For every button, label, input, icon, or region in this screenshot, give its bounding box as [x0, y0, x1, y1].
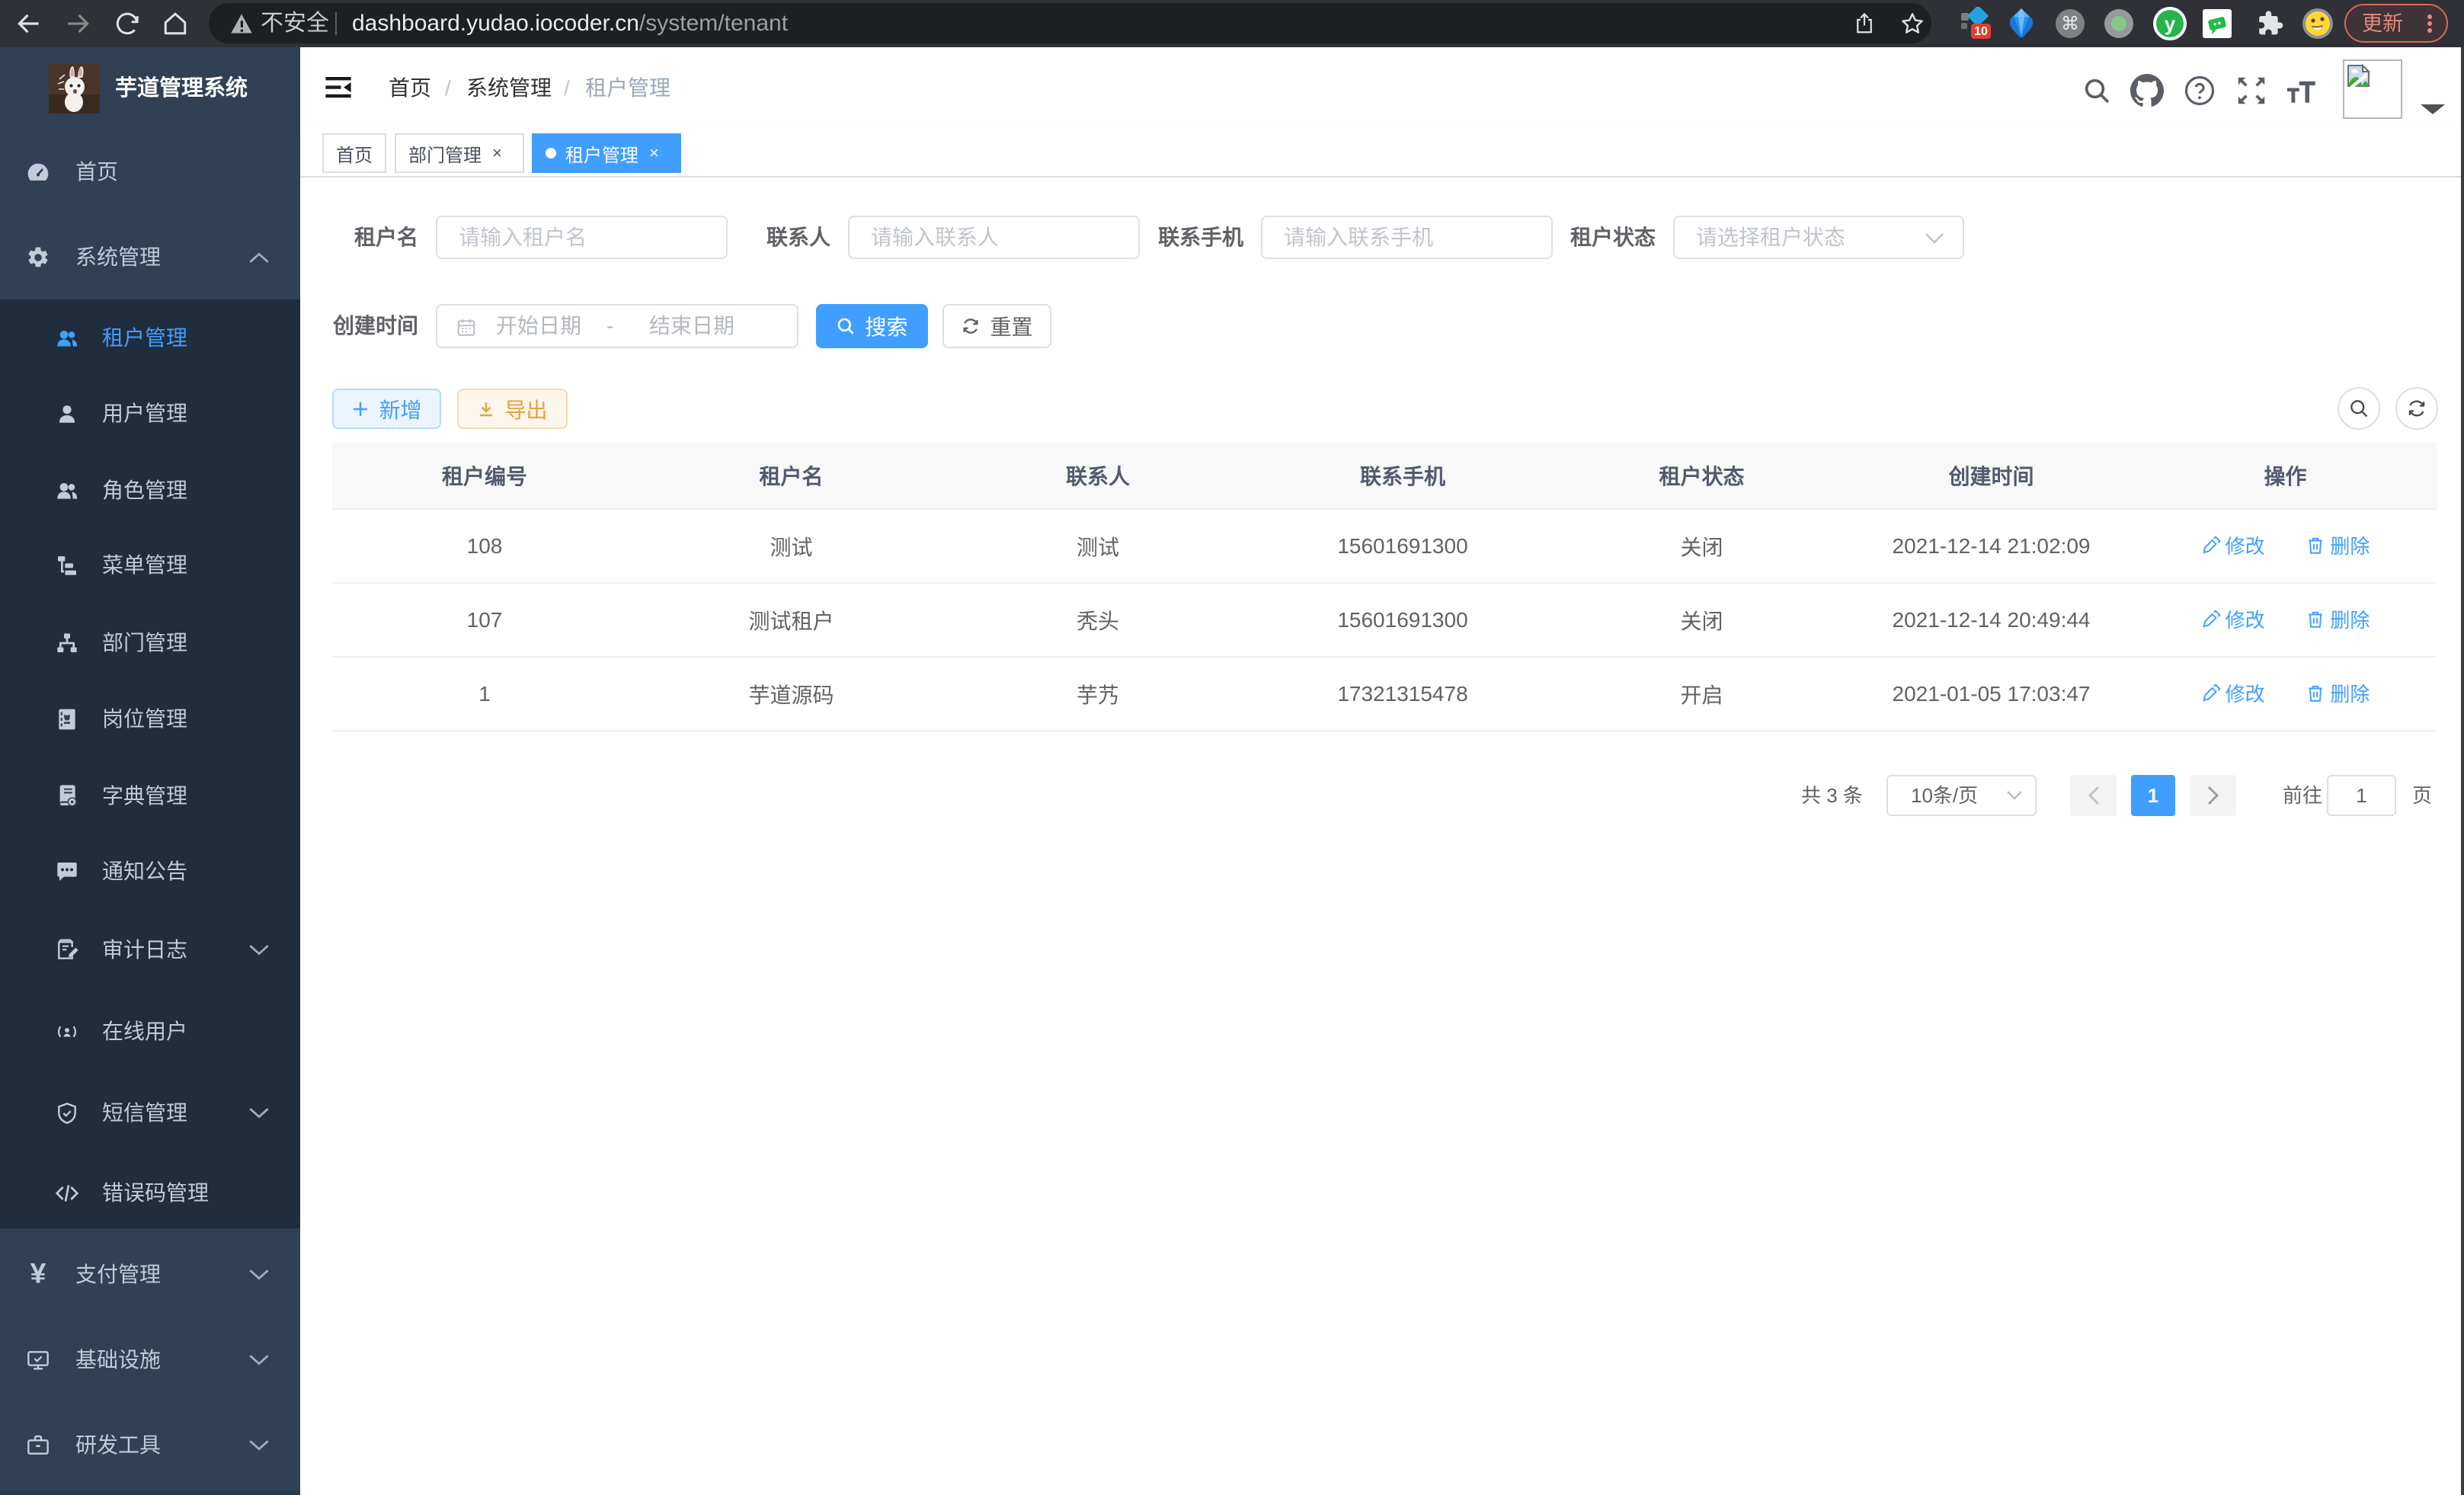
- svg-text:y: y: [2165, 12, 2176, 35]
- svg-text:10: 10: [1974, 25, 1988, 38]
- svg-text:⌘: ⌘: [2061, 14, 2079, 34]
- svg-text:¥: ¥: [30, 1263, 46, 1287]
